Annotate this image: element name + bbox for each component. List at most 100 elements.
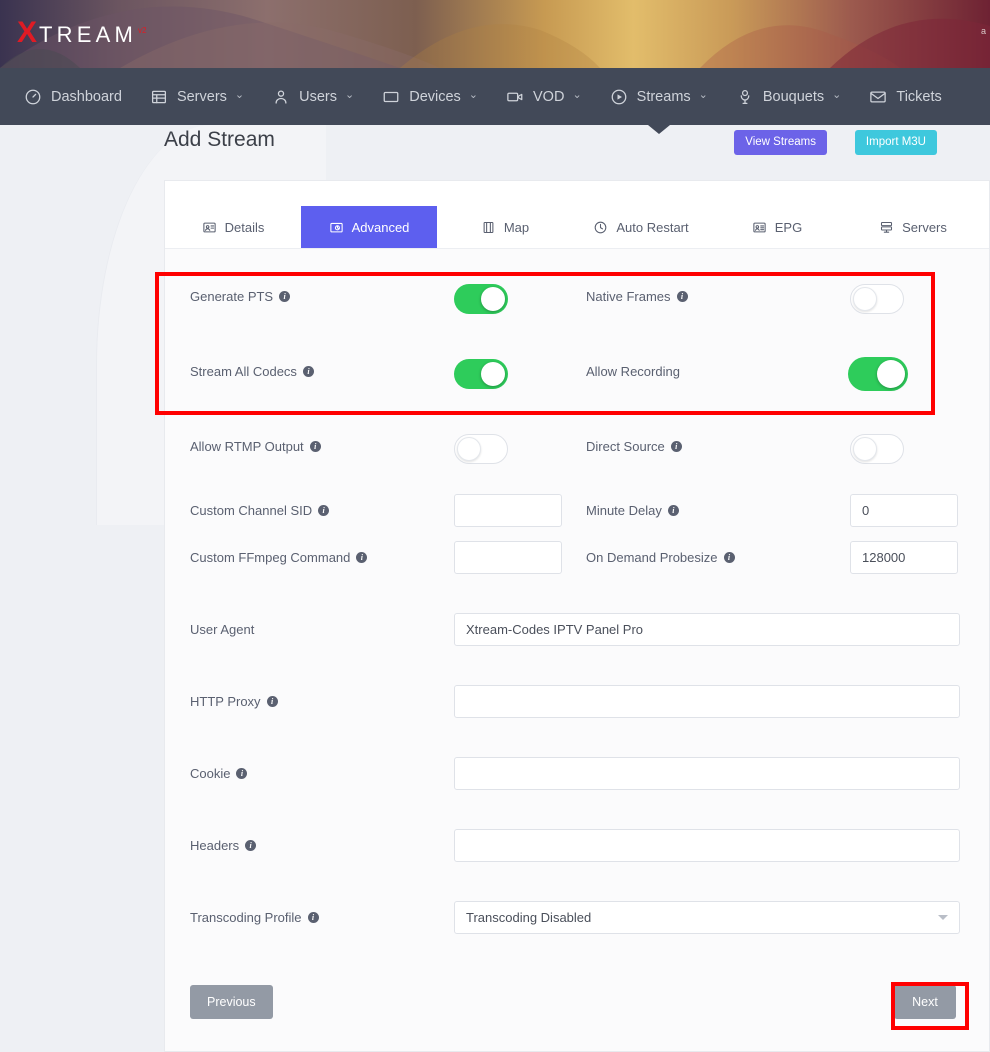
user-agent-label: User Agent xyxy=(190,622,254,637)
info-icon[interactable]: i xyxy=(308,912,319,923)
info-icon[interactable]: i xyxy=(671,441,682,452)
headers-label-wrap: Headers i xyxy=(190,837,256,855)
nav-item-servers[interactable]: Servers ⌄ xyxy=(136,68,258,125)
add-stream-card: DetailsAdvanced Map Auto Restart EPG Servers… xyxy=(164,180,990,1052)
allow-recording-toggle[interactable] xyxy=(848,357,908,391)
toggle-knob xyxy=(853,287,877,311)
brand-logo[interactable]: X TREAM v2 xyxy=(17,18,146,48)
logo-superscript: v2 xyxy=(138,26,146,35)
chevron-down-icon[interactable]: ⌄ xyxy=(469,90,478,101)
generate-pts-toggle-wrap xyxy=(454,284,508,314)
info-icon[interactable]: i xyxy=(724,552,735,563)
info-icon[interactable]: i xyxy=(245,840,256,851)
chevron-down-icon[interactable]: ⌄ xyxy=(345,90,354,101)
servers-tab-icon xyxy=(879,220,894,235)
on-demand-probesize-label: On Demand Probesize i xyxy=(586,550,735,565)
cookie-input[interactable] xyxy=(454,757,960,790)
generate-pts-toggle[interactable] xyxy=(454,284,508,314)
native-frames-label-wrap: Native Frames i xyxy=(586,288,688,306)
chevron-down-icon[interactable]: ⌄ xyxy=(832,90,841,101)
device-icon xyxy=(382,88,400,106)
direct-source-toggle[interactable] xyxy=(850,434,904,464)
custom-channel-sid-input[interactable] xyxy=(454,494,562,527)
chevron-down-icon[interactable]: ⌄ xyxy=(572,90,581,101)
tab-epg[interactable]: EPG xyxy=(709,206,845,248)
generate-pts-label: Generate PTS i xyxy=(190,289,290,304)
stream-all-codecs-label: Stream All Codecs i xyxy=(190,364,314,379)
tab-label: Map xyxy=(504,220,529,235)
tab-label: EPG xyxy=(775,220,802,235)
nav-item-bouquets[interactable]: Bouquets ⌄ xyxy=(722,68,856,125)
info-icon[interactable]: i xyxy=(267,696,278,707)
tab-details[interactable]: Details xyxy=(165,206,301,248)
nav-item-label: Servers xyxy=(177,89,227,105)
next-button[interactable]: Next xyxy=(894,985,956,1019)
nav-item-label: Bouquets xyxy=(763,89,824,105)
cookie-label-wrap: Cookie i xyxy=(190,765,247,783)
tab-label: Auto Restart xyxy=(616,220,688,235)
allow-rtmp-output-toggle-wrap xyxy=(454,434,508,464)
play-circle-icon xyxy=(610,88,628,106)
clock-icon xyxy=(593,220,608,235)
http-proxy-input[interactable] xyxy=(454,685,960,718)
nav-item-tickets[interactable]: Tickets xyxy=(855,68,955,125)
advanced-icon xyxy=(329,220,344,235)
view-streams-button[interactable]: View Streams xyxy=(734,130,827,155)
native-frames-label: Native Frames i xyxy=(586,289,688,304)
info-icon[interactable]: i xyxy=(668,505,679,516)
bouquet-icon xyxy=(736,88,754,106)
allow-recording-label-wrap: Allow Recording xyxy=(586,363,680,381)
import-m3u-button[interactable]: Import M3U xyxy=(855,130,937,155)
info-icon[interactable]: i xyxy=(279,291,290,302)
chevron-down-icon[interactable]: ⌄ xyxy=(235,90,244,101)
stream-all-codecs-toggle-wrap xyxy=(454,359,508,389)
nav-item-label: VOD xyxy=(533,89,564,105)
map-icon xyxy=(481,220,496,235)
toggle-knob xyxy=(877,360,905,388)
tab-auto-restart[interactable]: Auto Restart xyxy=(573,206,709,248)
tab-servers[interactable]: Servers xyxy=(845,206,981,248)
http-proxy-label: HTTP Proxy i xyxy=(190,694,278,709)
tab-map[interactable]: Map xyxy=(437,206,573,248)
headers-input[interactable] xyxy=(454,829,960,862)
transcoding-profile-select[interactable] xyxy=(454,901,960,934)
native-frames-toggle-wrap xyxy=(850,284,904,314)
info-icon[interactable]: i xyxy=(318,505,329,516)
allow-rtmp-output-label: Allow RTMP Output i xyxy=(190,439,321,454)
nav-item-vod[interactable]: VOD ⌄ xyxy=(492,68,596,125)
headers-label: Headers i xyxy=(190,838,256,853)
form-row-toggles-3: Allow RTMP Output i Direct Source i xyxy=(165,417,989,492)
form-row-user-agent: User Agent xyxy=(165,611,989,683)
direct-source-label-wrap: Direct Source i xyxy=(586,438,682,456)
dashboard-icon xyxy=(24,88,42,106)
form-row-http-proxy: HTTP Proxy i xyxy=(165,683,989,755)
custom-ffmpeg-command-input[interactable] xyxy=(454,541,562,574)
allow-rtmp-output-toggle[interactable] xyxy=(454,434,508,464)
chevron-down-icon[interactable]: ⌄ xyxy=(699,90,708,101)
nav-item-devices[interactable]: Devices⌄ xyxy=(368,68,492,125)
info-icon[interactable]: i xyxy=(356,552,367,563)
info-icon[interactable]: i xyxy=(310,441,321,452)
stream-all-codecs-toggle[interactable] xyxy=(454,359,508,389)
tab-advanced[interactable]: Advanced xyxy=(301,206,437,248)
previous-button[interactable]: Previous xyxy=(190,985,273,1019)
info-icon[interactable]: i xyxy=(236,768,247,779)
info-icon[interactable]: i xyxy=(677,291,688,302)
transcoding-profile-label: Transcoding Profile i xyxy=(190,910,319,925)
minute-delay-input[interactable] xyxy=(850,494,958,527)
details-icon xyxy=(202,220,217,235)
nav-item-dashboard[interactable]: Dashboard xyxy=(10,68,136,125)
top-banner: X TREAM v2 a xyxy=(0,0,990,68)
on-demand-probesize-input[interactable] xyxy=(850,541,958,574)
allow-rtmp-output-label-wrap: Allow RTMP Output i xyxy=(190,438,321,456)
nav-item-streams[interactable]: Streams⌄ xyxy=(596,68,722,125)
tab-label: Servers xyxy=(902,220,947,235)
logo-wordmark: TREAM xyxy=(39,24,137,46)
form-row-toggles-1: Generate PTS i Native Frames i xyxy=(165,267,989,342)
user-agent-input[interactable] xyxy=(454,613,960,646)
form-row-headers: Headers i xyxy=(165,827,989,899)
nav-item-users[interactable]: Users⌄ xyxy=(258,68,368,125)
info-icon[interactable]: i xyxy=(303,366,314,377)
native-frames-toggle[interactable] xyxy=(850,284,904,314)
allow-recording-label: Allow Recording xyxy=(586,364,680,379)
